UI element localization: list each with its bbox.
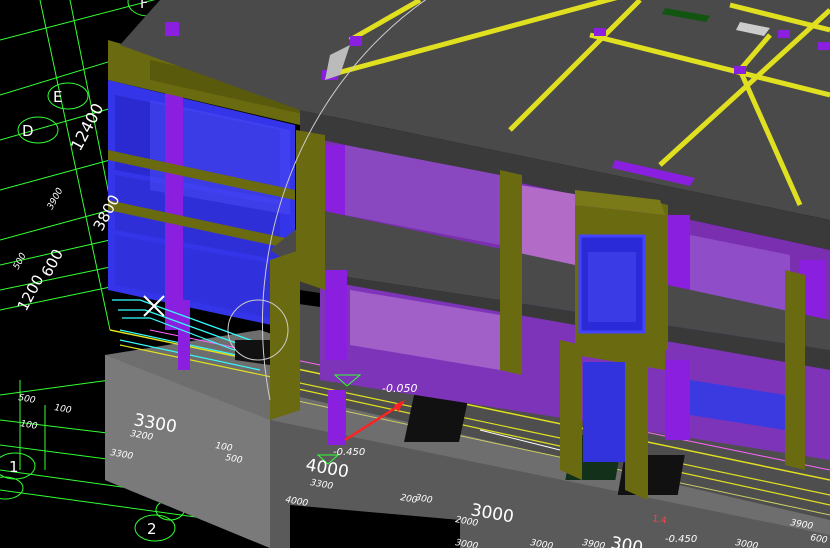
svg-text:500: 500	[12, 251, 29, 271]
svg-text:1: 1	[9, 458, 19, 476]
cad-3d-viewport[interactable]: F E D 1 2 -0.050 -0.450 -0.450 1.4 3300 …	[0, 0, 830, 548]
svg-text:100: 100	[53, 403, 72, 416]
grid-bubble-e[interactable]: E	[47, 82, 89, 110]
svg-text:-0.450: -0.450	[665, 534, 697, 545]
svg-text:2: 2	[147, 520, 157, 538]
svg-text:-0.050: -0.050	[382, 382, 417, 395]
svg-text:3900: 3900	[46, 186, 66, 211]
dim-1200: 1200	[14, 272, 48, 314]
grid-bubble-d[interactable]: D	[17, 116, 59, 144]
svg-text:D: D	[22, 122, 34, 140]
svg-text:-0.450: -0.450	[333, 447, 365, 458]
svg-text:E: E	[53, 88, 62, 106]
elevation-marker-3: -0.450	[665, 534, 697, 545]
svg-text:100: 100	[19, 419, 38, 432]
svg-text:F: F	[140, 0, 148, 12]
dim-12400: 12400	[67, 100, 108, 154]
